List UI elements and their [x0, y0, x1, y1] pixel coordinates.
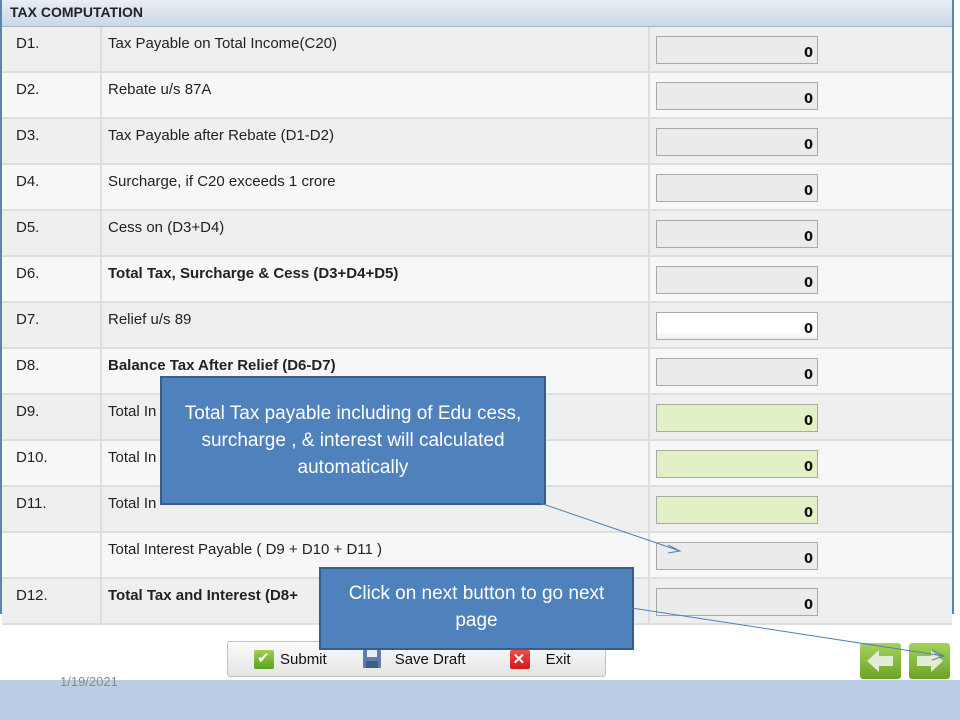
row-value-cell: 0	[650, 579, 952, 623]
slide-date: 1/19/2021	[60, 674, 118, 689]
panel-title: TAX COMPUTATION	[2, 0, 952, 27]
next-page-button[interactable]	[909, 643, 950, 679]
arrow-left-icon	[867, 650, 893, 672]
checkmark-icon	[254, 649, 274, 669]
amount-field[interactable]: 0	[656, 588, 818, 616]
row-value-cell: 0	[650, 395, 952, 439]
exit-button[interactable]: Exit	[509, 649, 571, 669]
table-row: D7. Relief u/s 89 0	[2, 303, 952, 349]
exit-label: Exit	[545, 650, 571, 668]
row-code: D10.	[2, 441, 102, 485]
row-value-cell: 0	[650, 303, 952, 347]
row-description: Surcharge, if C20 exceeds 1 crore	[102, 165, 650, 209]
row-description: Cess on (D3+D4)	[102, 211, 650, 255]
amount-field[interactable]: 0	[656, 36, 818, 64]
row-description: Relief u/s 89	[102, 303, 650, 347]
row-value-cell: 0	[650, 441, 952, 485]
row-code: D2.	[2, 73, 102, 117]
table-row: D3. Tax Payable after Rebate (D1-D2) 0	[2, 119, 952, 165]
amount-field[interactable]: 0	[656, 358, 818, 386]
row-code: D8.	[2, 349, 102, 393]
table-row: D2. Rebate u/s 87A 0	[2, 73, 952, 119]
row-code	[2, 533, 102, 577]
amount-field[interactable]: 0	[656, 220, 818, 248]
submit-label: Submit	[280, 650, 327, 668]
amount-field[interactable]: 0	[656, 450, 818, 478]
row-code: D3.	[2, 119, 102, 163]
row-description: Tax Payable on Total Income(C20)	[102, 27, 650, 71]
row-value-cell: 0	[650, 533, 952, 577]
table-row: D5. Cess on (D3+D4) 0	[2, 211, 952, 257]
row-code: D12.	[2, 579, 102, 623]
save-draft-label: Save Draft	[394, 650, 466, 668]
row-code: D9.	[2, 395, 102, 439]
row-description: Total Tax, Surcharge & Cess (D3+D4+D5)	[102, 257, 650, 301]
tax-auto-calc-callout: Total Tax payable including of Edu cess,…	[160, 376, 546, 505]
row-value-cell: 0	[650, 487, 952, 531]
footer-band	[0, 680, 960, 720]
row-value-cell: 0	[650, 257, 952, 301]
table-row: D4. Surcharge, if C20 exceeds 1 crore 0	[2, 165, 952, 211]
row-value-cell: 0	[650, 73, 952, 117]
amount-field[interactable]: 0	[656, 542, 818, 570]
row-code: D7.	[2, 303, 102, 347]
save-draft-button[interactable]: Save Draft	[362, 650, 466, 668]
row-value-cell: 0	[650, 119, 952, 163]
close-icon	[509, 649, 530, 669]
table-row: D6. Total Tax, Surcharge & Cess (D3+D4+D5…	[2, 257, 952, 303]
next-button-callout: Click on next button to go next page	[319, 567, 634, 650]
row-value-cell: 0	[650, 349, 952, 393]
amount-field[interactable]: 0	[656, 128, 818, 156]
amount-field[interactable]: 0	[656, 174, 818, 202]
amount-field[interactable]: 0	[656, 496, 818, 524]
tax-computation-panel: TAX COMPUTATION D1. Tax Payable on Total …	[0, 0, 954, 625]
row-description: Tax Payable after Rebate (D1-D2)	[102, 119, 650, 163]
amount-field[interactable]: 0	[656, 82, 818, 110]
arrow-right-icon	[917, 650, 943, 672]
amount-field[interactable]: 0	[656, 404, 818, 432]
row-code: D5.	[2, 211, 102, 255]
table-row: D1. Tax Payable on Total Income(C20) 0	[2, 27, 952, 73]
row-value-cell: 0	[650, 27, 952, 71]
floppy-disk-icon	[362, 650, 381, 668]
row-code: D4.	[2, 165, 102, 209]
submit-button[interactable]: Submit	[254, 649, 327, 669]
row-code: D11.	[2, 487, 102, 531]
row-value-cell: 0	[650, 165, 952, 209]
row-code: D1.	[2, 27, 102, 71]
previous-page-button[interactable]	[860, 643, 901, 679]
row-value-cell: 0	[650, 211, 952, 255]
amount-field[interactable]: 0	[656, 312, 818, 340]
row-code: D6.	[2, 257, 102, 301]
amount-field[interactable]: 0	[656, 266, 818, 294]
tax-table: D1. Tax Payable on Total Income(C20) 0 D2. R…	[2, 27, 952, 625]
row-description: Rebate u/s 87A	[102, 73, 650, 117]
